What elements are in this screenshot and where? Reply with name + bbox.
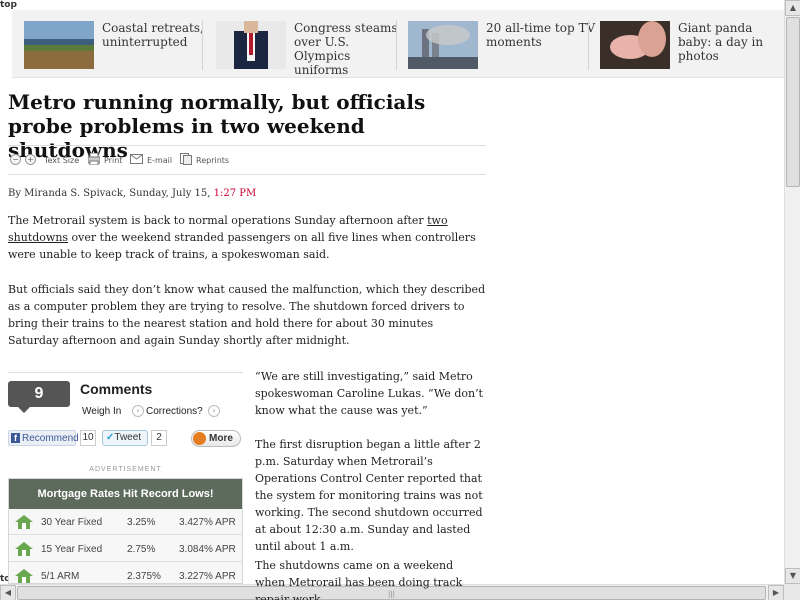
tweet-label: Tweet [114,432,142,443]
rate-product: 15 Year Fixed [41,544,103,555]
print-icon[interactable] [87,152,101,167]
vertical-scrollbar[interactable]: ▲ ▼ [784,0,800,584]
promo-caption[interactable]: Congress steams over U.S. Olympics unifo… [294,21,404,77]
reprints-icon[interactable] [180,153,192,167]
rate-product: 30 Year Fixed [41,517,103,528]
more-label: More [209,433,233,444]
promo-caption[interactable]: Coastal retreats, uninterrupted [102,21,212,49]
email-link[interactable]: E-mail [147,156,172,165]
house-icon [15,569,33,583]
house-icon [15,515,33,529]
rate-row[interactable]: 15 Year Fixed 2.75% 3.084% APR [9,536,242,562]
rate-row[interactable]: 30 Year Fixed 3.25% 3.427% APR [9,509,242,535]
vertical-scroll-thumb[interactable] [786,17,800,187]
email-icon[interactable] [130,154,143,166]
article-paragraph: The Metrorail system is back to normal o… [8,212,486,263]
top-anchor-label: top [0,0,17,10]
weigh-in-link[interactable]: Weigh In [82,406,121,417]
byline-author-date: By Miranda S. Spivack, Sunday, July 15, [8,188,211,199]
paragraph-text: over the weekend stranded passengers on … [8,231,476,261]
byline-time: 1:27 PM [213,188,257,199]
rate-apr: 3.227% APR [179,571,236,582]
tweet-button[interactable]: ✓Tweet [102,430,148,446]
promo-caption[interactable]: Giant panda baby: a day in photos [678,21,788,63]
city-skyline-smoke-photo[interactable] [408,21,478,69]
chevron-right-icon[interactable]: › [208,405,220,417]
article-paragraph: “We are still investigating,” said Metro… [255,370,483,417]
recommend-label: Recommend [22,433,79,444]
article-paragraph: The first disruption began a little afte… [255,438,483,553]
scroll-right-arrow-icon[interactable]: ▶ [768,585,784,600]
scrollbar-corner [784,584,800,600]
ad-title[interactable]: Mortgage Rates Hit Record Lows! [9,479,242,509]
comment-count-badge[interactable]: 9 [8,381,70,413]
promo-caption[interactable]: 20 all-time top TV moments [486,21,596,49]
house-icon [15,542,33,556]
comments-widget: 9 Comments Weigh In › Corrections? › [8,372,243,467]
article-paragraph: The shutdowns came on a weekend when Met… [255,559,463,600]
coastal-landscape-photo[interactable] [24,21,94,69]
article-paragraph: But officials said they don’t know what … [8,283,486,347]
article-byline: By Miranda S. Spivack, Sunday, July 15, … [8,188,256,199]
comments-title: Comments [80,381,153,397]
rate-value: 2.375% [127,571,161,582]
reprints-link[interactable]: Reprints [196,156,229,165]
corrections-link[interactable]: Corrections? [146,406,203,417]
facebook-icon: f [11,433,20,443]
share-more-button[interactable]: More [191,430,241,447]
print-link[interactable]: Print [104,156,122,165]
mortgage-rates-ad[interactable]: Mortgage Rates Hit Record Lows! 30 Year … [8,478,243,584]
olympic-uniform-photo[interactable] [216,21,286,69]
rate-value: 3.25% [127,517,156,528]
scroll-down-arrow-icon[interactable]: ▼ [785,568,800,584]
share-icon [193,432,206,445]
rate-apr: 3.084% APR [179,544,236,555]
rate-apr: 3.427% APR [179,517,236,528]
promo-divider [396,20,397,70]
advertisement-label: ADVERTISEMENT [89,466,162,473]
promo-divider [588,20,589,70]
rate-product: 5/1 ARM [41,571,80,582]
article-tools-bar: − + Text Size Print E-mail Reprints [8,145,486,175]
increase-text-size-button[interactable]: + [25,154,36,165]
panda-baby-photo[interactable] [600,21,670,69]
decrease-text-size-button[interactable]: − [10,154,21,165]
scroll-up-arrow-icon[interactable]: ▲ [785,0,800,16]
chevron-right-icon[interactable]: › [132,405,144,417]
promo-divider [202,20,203,70]
promo-strip: Coastal retreats, uninterrupted Congress… [12,10,784,78]
facebook-recommend-button[interactable]: f Recommend [8,430,79,446]
tweet-count: 2 [151,430,167,446]
text-size-label: Text Size [44,156,80,165]
recommend-count: 10 [80,430,96,446]
paragraph-text: The Metrorail system is back to normal o… [8,214,428,227]
rate-row[interactable]: 5/1 ARM 2.375% 3.227% APR [9,563,242,589]
rate-value: 2.75% [127,544,156,555]
